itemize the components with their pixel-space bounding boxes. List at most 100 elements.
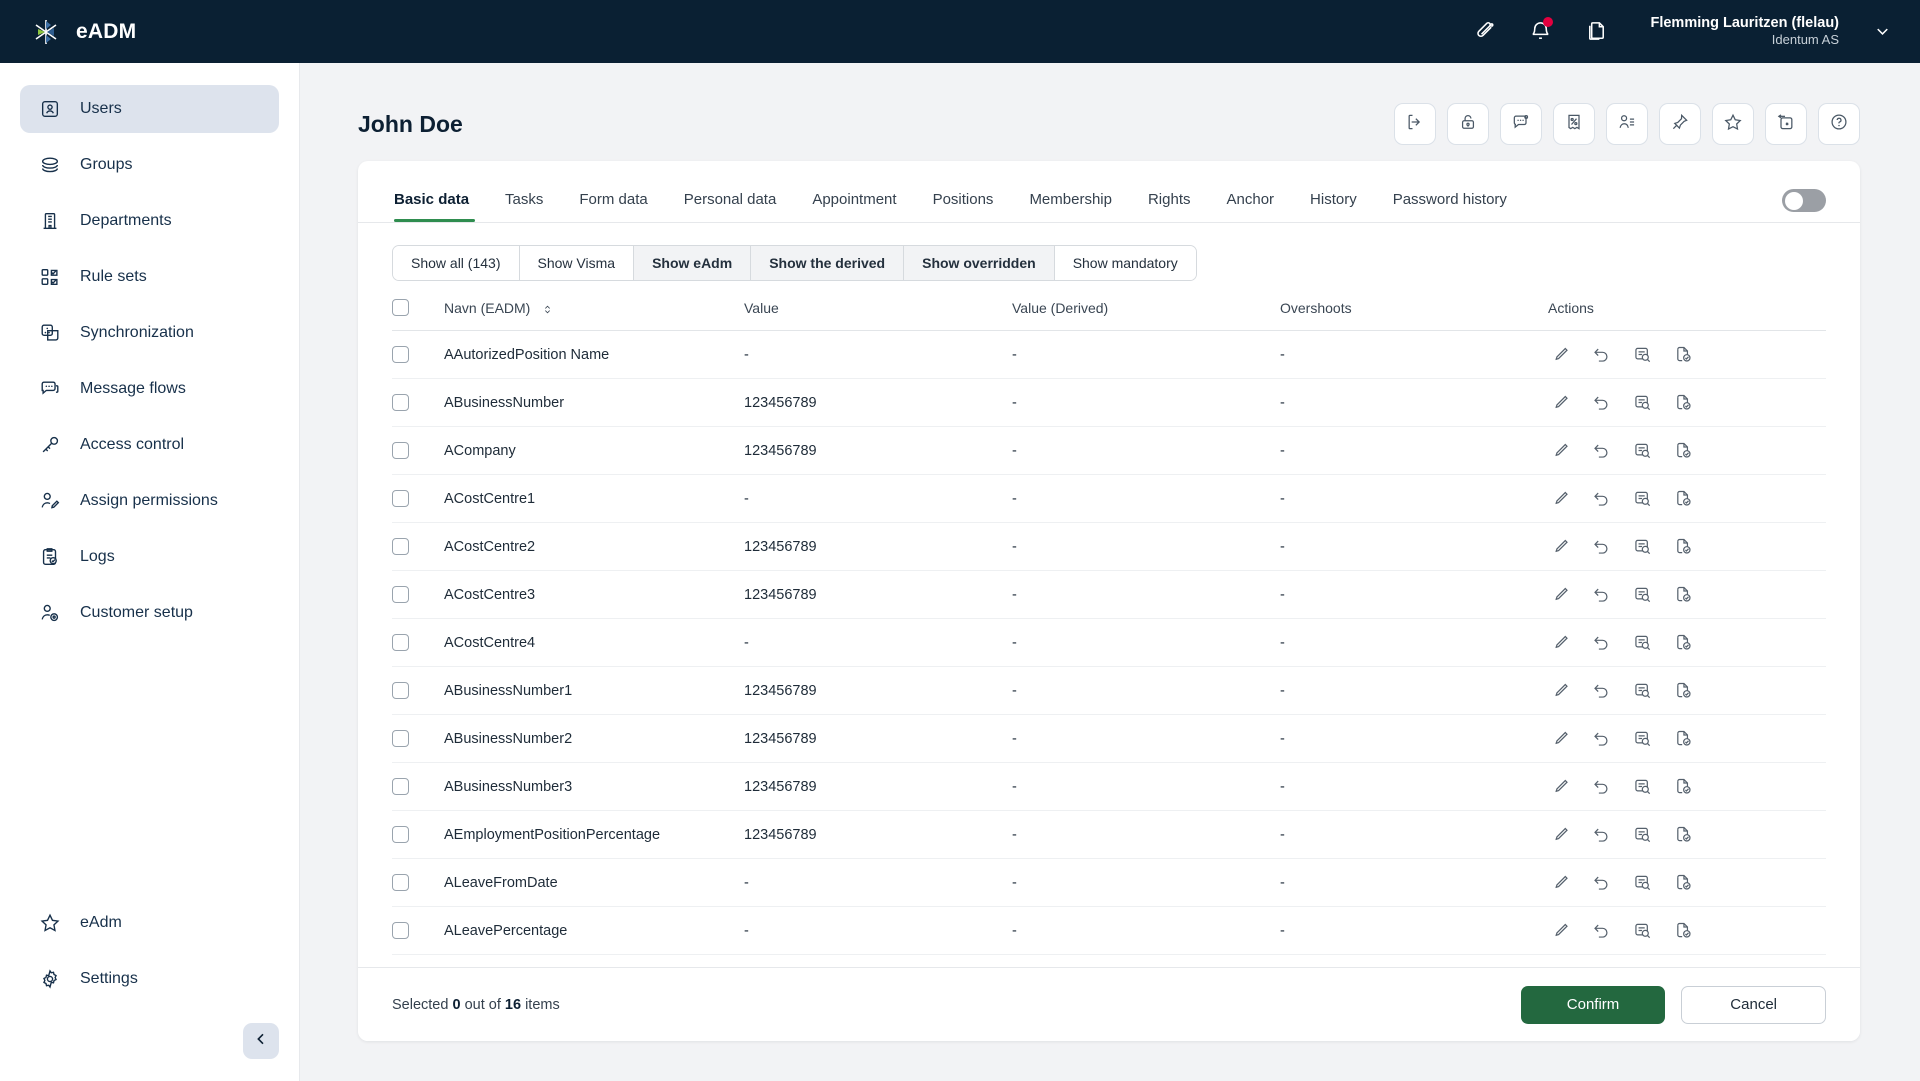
- tab-personal-data[interactable]: Personal data: [666, 183, 795, 222]
- row-checkbox[interactable]: [392, 778, 409, 795]
- document-check-icon[interactable]: [1673, 392, 1694, 413]
- document-search-icon[interactable]: [1632, 584, 1653, 605]
- document-search-icon[interactable]: [1632, 440, 1653, 461]
- paperclip-icon[interactable]: [1456, 9, 1512, 55]
- favorite-star-button[interactable]: [1712, 103, 1754, 145]
- sidebar-item-settings[interactable]: Settings: [20, 955, 279, 1003]
- filter-show-all[interactable]: Show all (143): [393, 246, 520, 280]
- sidebar-item-synchronization[interactable]: Synchronization: [20, 309, 279, 357]
- document-search-icon[interactable]: [1632, 392, 1653, 413]
- tab-basic-data[interactable]: Basic data: [392, 183, 487, 222]
- tab-positions[interactable]: Positions: [915, 183, 1012, 222]
- row-checkbox[interactable]: [392, 394, 409, 411]
- lock-button[interactable]: [1447, 103, 1489, 145]
- document-check-icon[interactable]: [1673, 680, 1694, 701]
- filter-show-visma[interactable]: Show Visma: [519, 246, 635, 280]
- sort-updown-icon[interactable]: [541, 303, 554, 316]
- help-button[interactable]: [1818, 103, 1860, 145]
- pencil-edit-icon[interactable]: [1550, 824, 1571, 845]
- document-search-icon[interactable]: [1632, 776, 1653, 797]
- sidebar-item-access-control[interactable]: Access control: [20, 421, 279, 469]
- pin-button[interactable]: [1659, 103, 1701, 145]
- row-checkbox[interactable]: [392, 922, 409, 939]
- pencil-edit-icon[interactable]: [1550, 920, 1571, 941]
- filter-show-derived[interactable]: Show the derived: [751, 246, 905, 280]
- percent-ticket-button[interactable]: [1553, 103, 1595, 145]
- document-check-icon[interactable]: [1673, 632, 1694, 653]
- sidebar-item-message-flows[interactable]: Message flows: [20, 365, 279, 413]
- undo-revert-icon[interactable]: [1591, 584, 1612, 605]
- document-search-icon[interactable]: [1632, 536, 1653, 557]
- pencil-edit-icon[interactable]: [1550, 344, 1571, 365]
- filter-show-overridden[interactable]: Show overridden: [904, 246, 1055, 280]
- document-check-icon[interactable]: [1673, 776, 1694, 797]
- sidebar-item-groups[interactable]: Groups: [20, 141, 279, 189]
- document-search-icon[interactable]: [1632, 488, 1653, 509]
- pencil-edit-icon[interactable]: [1550, 728, 1571, 749]
- filter-show-eadm[interactable]: Show eAdm: [634, 246, 752, 280]
- undo-revert-icon[interactable]: [1591, 920, 1612, 941]
- tab-form-data[interactable]: Form data: [561, 183, 665, 222]
- row-checkbox[interactable]: [392, 490, 409, 507]
- tab-anchor[interactable]: Anchor: [1209, 183, 1293, 222]
- pencil-edit-icon[interactable]: [1550, 392, 1571, 413]
- document-check-icon[interactable]: [1673, 440, 1694, 461]
- undo-revert-icon[interactable]: [1591, 728, 1612, 749]
- sidebar-item-assign-permissions[interactable]: Assign permissions: [20, 477, 279, 525]
- pencil-edit-icon[interactable]: [1550, 584, 1571, 605]
- document-check-icon[interactable]: [1673, 824, 1694, 845]
- view-mode-toggle[interactable]: [1782, 189, 1826, 212]
- tab-history[interactable]: History: [1292, 183, 1375, 222]
- confirm-button[interactable]: Confirm: [1520, 985, 1666, 1024]
- undo-revert-icon[interactable]: [1591, 536, 1612, 557]
- chevron-down-icon[interactable]: [1873, 22, 1892, 41]
- sidebar-item-customer-setup[interactable]: Customer setup: [20, 589, 279, 637]
- document-search-icon[interactable]: [1632, 344, 1653, 365]
- sidebar-collapse-button[interactable]: [243, 1023, 279, 1059]
- user-details-button[interactable]: [1606, 103, 1648, 145]
- document-check-icon[interactable]: [1673, 728, 1694, 749]
- undo-revert-icon[interactable]: [1591, 632, 1612, 653]
- undo-revert-icon[interactable]: [1591, 392, 1612, 413]
- row-checkbox[interactable]: [392, 682, 409, 699]
- document-search-icon[interactable]: [1632, 872, 1653, 893]
- tab-appointment[interactable]: Appointment: [794, 183, 914, 222]
- row-checkbox[interactable]: [392, 346, 409, 363]
- document-check-icon[interactable]: [1673, 584, 1694, 605]
- comment-button[interactable]: [1500, 103, 1542, 145]
- cancel-button[interactable]: Cancel: [1681, 985, 1826, 1024]
- pencil-edit-icon[interactable]: [1550, 632, 1571, 653]
- undo-revert-icon[interactable]: [1591, 776, 1612, 797]
- row-checkbox[interactable]: [392, 874, 409, 891]
- tab-password-history[interactable]: Password history: [1375, 183, 1525, 222]
- row-checkbox[interactable]: [392, 826, 409, 843]
- tab-tasks[interactable]: Tasks: [487, 183, 561, 222]
- brand[interactable]: eADM: [30, 16, 136, 48]
- column-header-name[interactable]: Navn (EADM): [444, 299, 744, 331]
- copy-documents-icon[interactable]: [1568, 9, 1624, 55]
- document-check-icon[interactable]: [1673, 488, 1694, 509]
- pencil-edit-icon[interactable]: [1550, 536, 1571, 557]
- document-search-icon[interactable]: [1632, 920, 1653, 941]
- row-checkbox[interactable]: [392, 586, 409, 603]
- document-check-icon[interactable]: [1673, 920, 1694, 941]
- user-info[interactable]: Flemming Lauritzen (flelau) Identum AS: [1650, 14, 1839, 48]
- row-checkbox[interactable]: [392, 634, 409, 651]
- pencil-edit-icon[interactable]: [1550, 680, 1571, 701]
- document-search-icon[interactable]: [1632, 680, 1653, 701]
- logout-arrow-button[interactable]: [1394, 103, 1436, 145]
- document-search-icon[interactable]: [1632, 728, 1653, 749]
- document-check-icon[interactable]: [1673, 536, 1694, 557]
- undo-revert-icon[interactable]: [1591, 440, 1612, 461]
- document-search-icon[interactable]: [1632, 632, 1653, 653]
- pencil-edit-icon[interactable]: [1550, 872, 1571, 893]
- undo-revert-icon[interactable]: [1591, 680, 1612, 701]
- undo-revert-icon[interactable]: [1591, 344, 1612, 365]
- sidebar-item-rule-sets[interactable]: Rule sets: [20, 253, 279, 301]
- undo-revert-icon[interactable]: [1591, 824, 1612, 845]
- sidebar-item-logs[interactable]: Logs: [20, 533, 279, 581]
- document-search-icon[interactable]: [1632, 824, 1653, 845]
- bell-icon[interactable]: [1512, 9, 1568, 55]
- pencil-edit-icon[interactable]: [1550, 776, 1571, 797]
- tab-membership[interactable]: Membership: [1011, 183, 1130, 222]
